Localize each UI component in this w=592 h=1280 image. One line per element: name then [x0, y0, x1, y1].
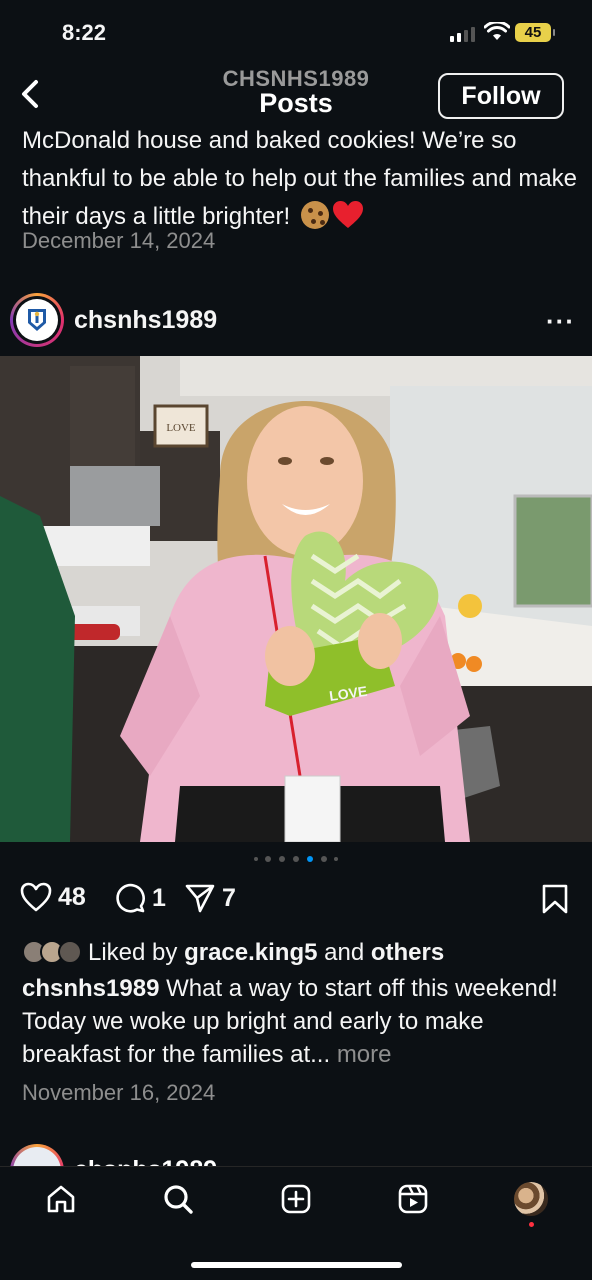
tab-search[interactable]: [158, 1179, 198, 1219]
next-post-header: chsnhs1989: [10, 1144, 590, 1166]
comment-action[interactable]: 1: [114, 882, 166, 914]
heart-icon[interactable]: [20, 882, 52, 912]
like-action[interactable]: 48: [20, 882, 86, 912]
heart-emoji-icon: [332, 201, 363, 228]
wifi-icon: [484, 22, 510, 40]
previous-caption-text: McDonald house and baked cookies! We’re …: [22, 127, 578, 230]
cellular-signal-icon: [450, 26, 476, 42]
cookie-emoji-icon: [300, 201, 329, 229]
liked-by-prefix: Liked by: [88, 939, 178, 966]
tab-home[interactable]: [41, 1179, 81, 1219]
tab-reels[interactable]: [393, 1179, 433, 1219]
search-icon[interactable]: [162, 1183, 194, 1215]
liked-by-and: and: [324, 939, 365, 966]
nav-header: CHSNHS1989 Posts Follow: [0, 64, 592, 126]
nhs-logo-icon: [28, 309, 46, 331]
home-indicator[interactable]: [191, 1262, 402, 1268]
home-icon[interactable]: [45, 1183, 77, 1215]
liker-avatars: [22, 940, 88, 966]
tab-profile[interactable]: [511, 1179, 551, 1219]
previous-post-caption: McDonald house and baked cookies! We’re …: [22, 122, 582, 236]
share-count: 7: [222, 883, 236, 912]
post-header: chsnhs1989 ···: [0, 290, 592, 352]
create-icon[interactable]: [280, 1183, 312, 1215]
status-bar: 8:22 45: [0, 0, 592, 64]
post-actions: 48 1 7: [0, 878, 592, 924]
post-photo[interactable]: LOVE LOVE: [0, 356, 592, 842]
bookmark-icon[interactable]: [542, 884, 568, 914]
follow-button[interactable]: Follow: [438, 73, 564, 119]
author-avatar[interactable]: [10, 293, 64, 347]
liked-by-user[interactable]: grace.king5: [184, 939, 317, 967]
notification-dot: [529, 1222, 534, 1227]
post-caption: chsnhs1989 What a way to start off this …: [22, 972, 582, 1071]
carousel-dot-active: [307, 856, 313, 862]
share-action[interactable]: 7: [184, 882, 236, 914]
post-image: LOVE LOVE: [0, 356, 592, 842]
carousel-indicator: [0, 856, 592, 866]
more-options-button[interactable]: ···: [546, 306, 575, 337]
reels-icon[interactable]: [397, 1183, 429, 1215]
caption-more-link[interactable]: more: [337, 1041, 392, 1068]
post-author-name[interactable]: chsnhs1989: [74, 306, 217, 335]
comment-icon[interactable]: [114, 882, 146, 914]
caption-username[interactable]: chsnhs1989: [22, 975, 159, 1002]
next-post-avatar[interactable]: [10, 1144, 64, 1166]
battery-indicator: 45: [515, 23, 555, 42]
comment-count: 1: [152, 883, 166, 912]
share-icon[interactable]: [184, 882, 216, 914]
post-date: November 16, 2024: [22, 1080, 216, 1105]
like-count: 48: [58, 882, 86, 911]
status-time: 8:22: [62, 20, 107, 45]
photo-sign-text: LOVE: [166, 422, 196, 434]
liked-by-others[interactable]: others: [371, 939, 444, 967]
liked-by-line[interactable]: Liked by grace.king5 and others: [22, 936, 582, 970]
next-post-author[interactable]: chsnhs1989: [74, 1156, 217, 1166]
previous-post-date: December 14, 2024: [22, 228, 216, 253]
tab-create[interactable]: [276, 1179, 316, 1219]
profile-avatar[interactable]: [514, 1182, 548, 1216]
